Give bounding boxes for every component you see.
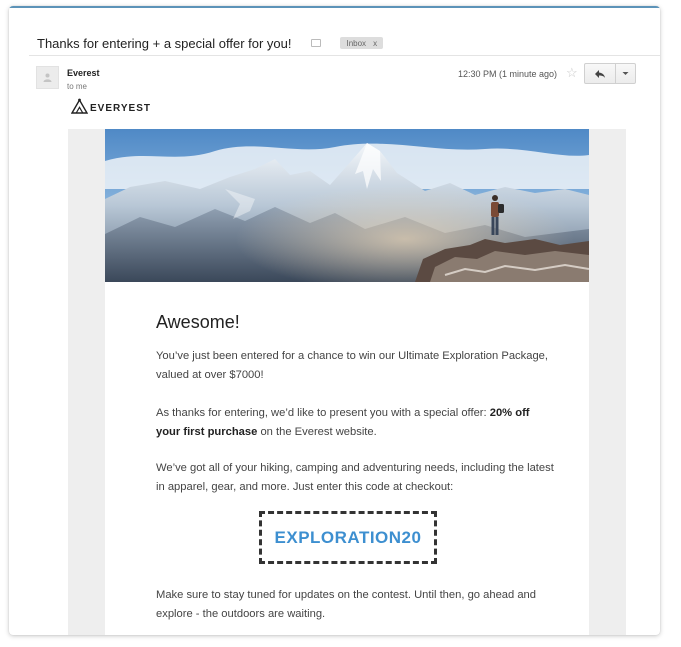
message-paragraph-entry: You’ve just been entered for a chance to…: [156, 350, 549, 381]
hero-mountain-image: [105, 129, 589, 282]
brand-name: EVERYEST: [90, 103, 151, 114]
message-paragraph-checkout: We’ve got all of your hiking, camping an…: [156, 462, 554, 493]
inbox-label-text: Inbox: [346, 38, 367, 48]
inbox-label-chip[interactable]: Inbox x: [340, 37, 384, 49]
brand-logo: EVERYEST: [71, 98, 151, 114]
remove-label-button[interactable]: x: [373, 39, 377, 48]
person-icon: [43, 73, 52, 82]
label-tag-icon[interactable]: [311, 39, 322, 47]
offer-lead-text: As thanks for entering, we’d like to pre…: [156, 407, 490, 419]
reply-button-group: [584, 63, 636, 84]
offer-tail-text: on the Everest website.: [257, 426, 377, 438]
message-paragraph-closing: Make sure to stay tuned for updates on t…: [156, 589, 537, 620]
recipient-line[interactable]: to me: [67, 82, 87, 91]
reply-arrow-icon: [595, 69, 605, 78]
more-actions-button[interactable]: [616, 63, 636, 84]
star-icon[interactable]: ☆: [566, 65, 578, 81]
message-heading: Awesome!: [156, 312, 240, 332]
card-top-border: [9, 6, 660, 8]
mountain-logo-icon: [71, 98, 88, 114]
subject-row: Thanks for entering + a special offer fo…: [37, 32, 384, 54]
coupon-box: EXPLORATION20: [259, 511, 437, 564]
email-timestamp: 12:30 PM (1 minute ago): [458, 69, 558, 79]
email-body: Awesome! You’ve just been entered for a …: [105, 129, 589, 635]
header-divider: [29, 55, 660, 56]
sender-avatar: [36, 66, 59, 89]
email-card: Thanks for entering + a special offer fo…: [9, 6, 660, 635]
coupon-code: EXPLORATION20: [274, 527, 422, 547]
reply-button[interactable]: [584, 63, 616, 84]
message-paragraph-offer: As thanks for entering, we’d like to pre…: [156, 404, 556, 442]
sender-name[interactable]: Everest: [67, 68, 100, 78]
email-subject: Thanks for entering + a special offer fo…: [37, 35, 292, 51]
chevron-down-icon: [622, 72, 629, 75]
